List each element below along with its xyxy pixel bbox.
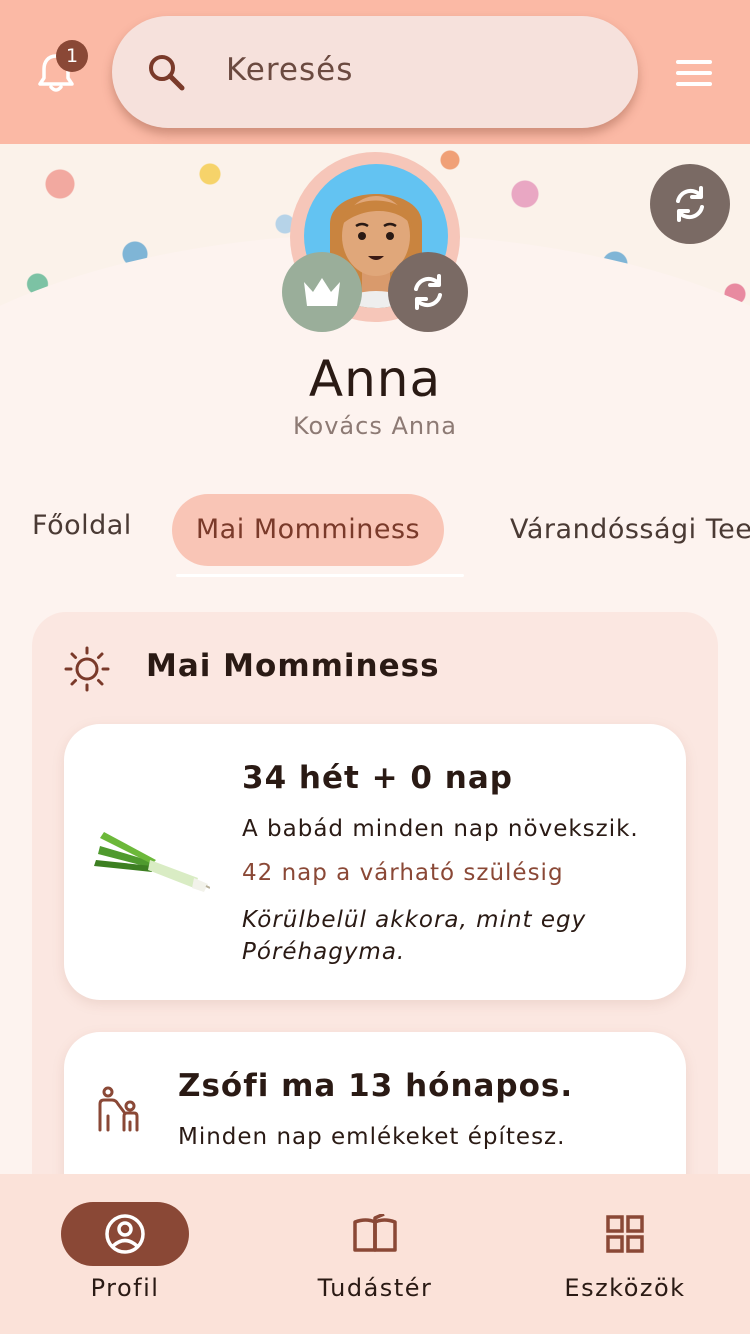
nav-profile[interactable]: Profil	[0, 1174, 250, 1334]
search-bar[interactable]	[112, 16, 638, 128]
tab-mai-momminess[interactable]: Mai Momminess	[172, 494, 444, 566]
section-title: Mai Momminess	[146, 648, 440, 684]
crown-icon	[304, 278, 340, 306]
profile-full-name: Kovács Anna	[292, 412, 457, 440]
nav-knowledge[interactable]: Tudástér	[250, 1174, 500, 1334]
refresh-icon	[414, 274, 442, 310]
nav-profile-label: Profil	[90, 1274, 160, 1302]
nav-tools[interactable]: Eszközök	[500, 1174, 750, 1334]
search-input[interactable]: Keresés	[226, 52, 353, 88]
top-header: 1 Keresés	[0, 0, 750, 144]
tab-home[interactable]: Főoldal	[32, 490, 132, 562]
nav-tools-label: Eszközök	[564, 1274, 686, 1302]
size-comparison: Körülbelül akkora, mint egy Póréhagyma.	[242, 907, 587, 965]
leek-image	[94, 832, 210, 892]
avatar-refresh-button[interactable]	[388, 252, 468, 332]
notification-badge: 1	[56, 40, 88, 72]
book-icon	[353, 1214, 397, 1252]
refresh-icon	[676, 186, 704, 222]
child-title: Zsófi ma 13 hónapos.	[178, 1068, 574, 1104]
grid-icon	[606, 1215, 644, 1253]
week-title: 34 hét + 0 nap	[242, 760, 513, 796]
bottom-nav: Profil Tudástér Eszközök	[0, 1174, 750, 1334]
child-subtitle: Minden nap emlékeket építesz.	[178, 1124, 566, 1150]
sun-icon	[64, 646, 110, 692]
nav-active-pill	[61, 1202, 189, 1266]
profile-icon	[105, 1214, 145, 1254]
parent-child-icon	[98, 1086, 139, 1132]
menu-icon[interactable]	[672, 56, 716, 90]
crown-button[interactable]	[282, 252, 362, 332]
days-until-birth: 42 nap a várható szülésig	[242, 860, 564, 886]
nav-knowledge-label: Tudástér	[317, 1274, 433, 1302]
cover-refresh-button[interactable]	[650, 164, 730, 244]
tab-pregnancy[interactable]: Várandóssági Tee	[510, 494, 750, 566]
search-icon	[149, 55, 185, 91]
tab-indicator	[176, 574, 464, 577]
profile-name: Anna	[308, 350, 442, 408]
week-subtitle: A babád minden nap növekszik.	[242, 816, 639, 842]
